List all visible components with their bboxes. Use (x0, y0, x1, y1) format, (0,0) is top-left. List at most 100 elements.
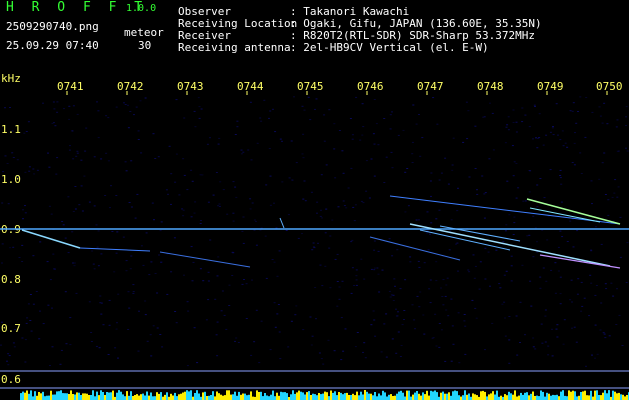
noise-speck (546, 239, 549, 241)
noise-speck (625, 147, 627, 149)
noise-speck (363, 278, 366, 280)
noise-speck (557, 246, 560, 248)
level-bar (452, 391, 454, 400)
noise-speck (137, 350, 140, 352)
noise-speck (530, 305, 533, 307)
noise-speck (547, 354, 550, 356)
noise-speck (584, 136, 587, 138)
noise-speck (269, 110, 272, 112)
level-bar (624, 396, 626, 400)
noise-speck (93, 205, 96, 207)
level-bar (492, 391, 494, 400)
noise-speck (272, 108, 274, 110)
noise-speck (127, 291, 130, 293)
noise-speck (604, 337, 607, 339)
meteor-trail (369, 236, 461, 261)
noise-speck (278, 250, 281, 252)
noise-speck (160, 261, 163, 263)
noise-speck (474, 265, 477, 267)
noise-speck (269, 204, 272, 206)
level-bar (358, 395, 360, 400)
noise-speck (156, 327, 159, 329)
noise-speck (559, 177, 562, 179)
level-bar (78, 392, 80, 400)
noise-speck (603, 152, 606, 154)
level-bar (500, 395, 502, 400)
noise-speck (313, 247, 316, 249)
noise-speck (304, 200, 307, 202)
noise-speck (200, 108, 203, 110)
level-bar (484, 391, 486, 400)
level-bar (286, 393, 288, 400)
noise-speck (12, 342, 15, 344)
level-bar (398, 391, 400, 400)
noise-speck (165, 189, 168, 191)
noise-speck (585, 365, 587, 367)
noise-speck (11, 152, 14, 154)
noise-speck (187, 310, 190, 312)
noise-speck (561, 130, 564, 132)
level-bar (42, 391, 44, 400)
noise-speck (337, 206, 340, 208)
noise-speck (100, 313, 103, 315)
level-bar (126, 391, 128, 400)
noise-speck (554, 292, 557, 294)
noise-speck (426, 211, 429, 213)
noise-speck (207, 201, 210, 203)
noise-speck (566, 241, 569, 242)
noise-speck (133, 114, 135, 116)
noise-speck (1, 243, 4, 245)
level-bar (260, 391, 262, 400)
level-bar (420, 395, 422, 400)
level-bar (224, 395, 226, 400)
noise-speck (484, 247, 487, 249)
noise-speck (295, 305, 298, 307)
noise-speck (521, 107, 524, 109)
level-bar (570, 391, 572, 400)
level-bar (546, 392, 548, 400)
noise-speck (444, 360, 447, 362)
noise-speck (12, 246, 15, 248)
noise-speck (474, 125, 477, 127)
noise-speck (532, 215, 535, 217)
noise-speck (505, 126, 508, 128)
noise-speck (161, 346, 164, 348)
noise-speck (253, 341, 256, 343)
noise-speck (333, 148, 336, 150)
level-bar (208, 395, 210, 400)
noise-speck (251, 202, 254, 204)
noise-speck (39, 310, 41, 312)
noise-speck (536, 241, 538, 243)
noise-speck (466, 138, 469, 140)
noise-speck (243, 279, 245, 280)
noise-speck (182, 158, 185, 160)
noise-speck (532, 337, 535, 339)
noise-speck (356, 332, 359, 333)
noise-speck (555, 103, 558, 105)
noise-speck (115, 328, 118, 330)
noise-speck (571, 301, 573, 303)
noise-speck (476, 189, 478, 191)
noise-speck (507, 129, 510, 131)
noise-speck (435, 261, 438, 263)
noise-speck (422, 314, 425, 316)
noise-speck (343, 205, 346, 207)
level-bar (396, 393, 398, 400)
noise-speck (389, 114, 392, 116)
noise-speck (559, 293, 562, 295)
noise-speck (385, 356, 388, 358)
noise-speck (373, 269, 376, 271)
level-bar (428, 395, 430, 400)
noise-speck (135, 106, 138, 108)
noise-speck (383, 323, 386, 325)
noise-speck (505, 224, 508, 226)
noise-speck (336, 281, 339, 282)
noise-speck (170, 173, 173, 175)
noise-speck (232, 220, 235, 222)
noise-speck (352, 206, 355, 208)
noise-speck (529, 170, 532, 172)
noise-speck (491, 112, 494, 114)
level-bar (548, 393, 550, 400)
meteor-trail (526, 198, 621, 225)
noise-speck (415, 219, 418, 221)
